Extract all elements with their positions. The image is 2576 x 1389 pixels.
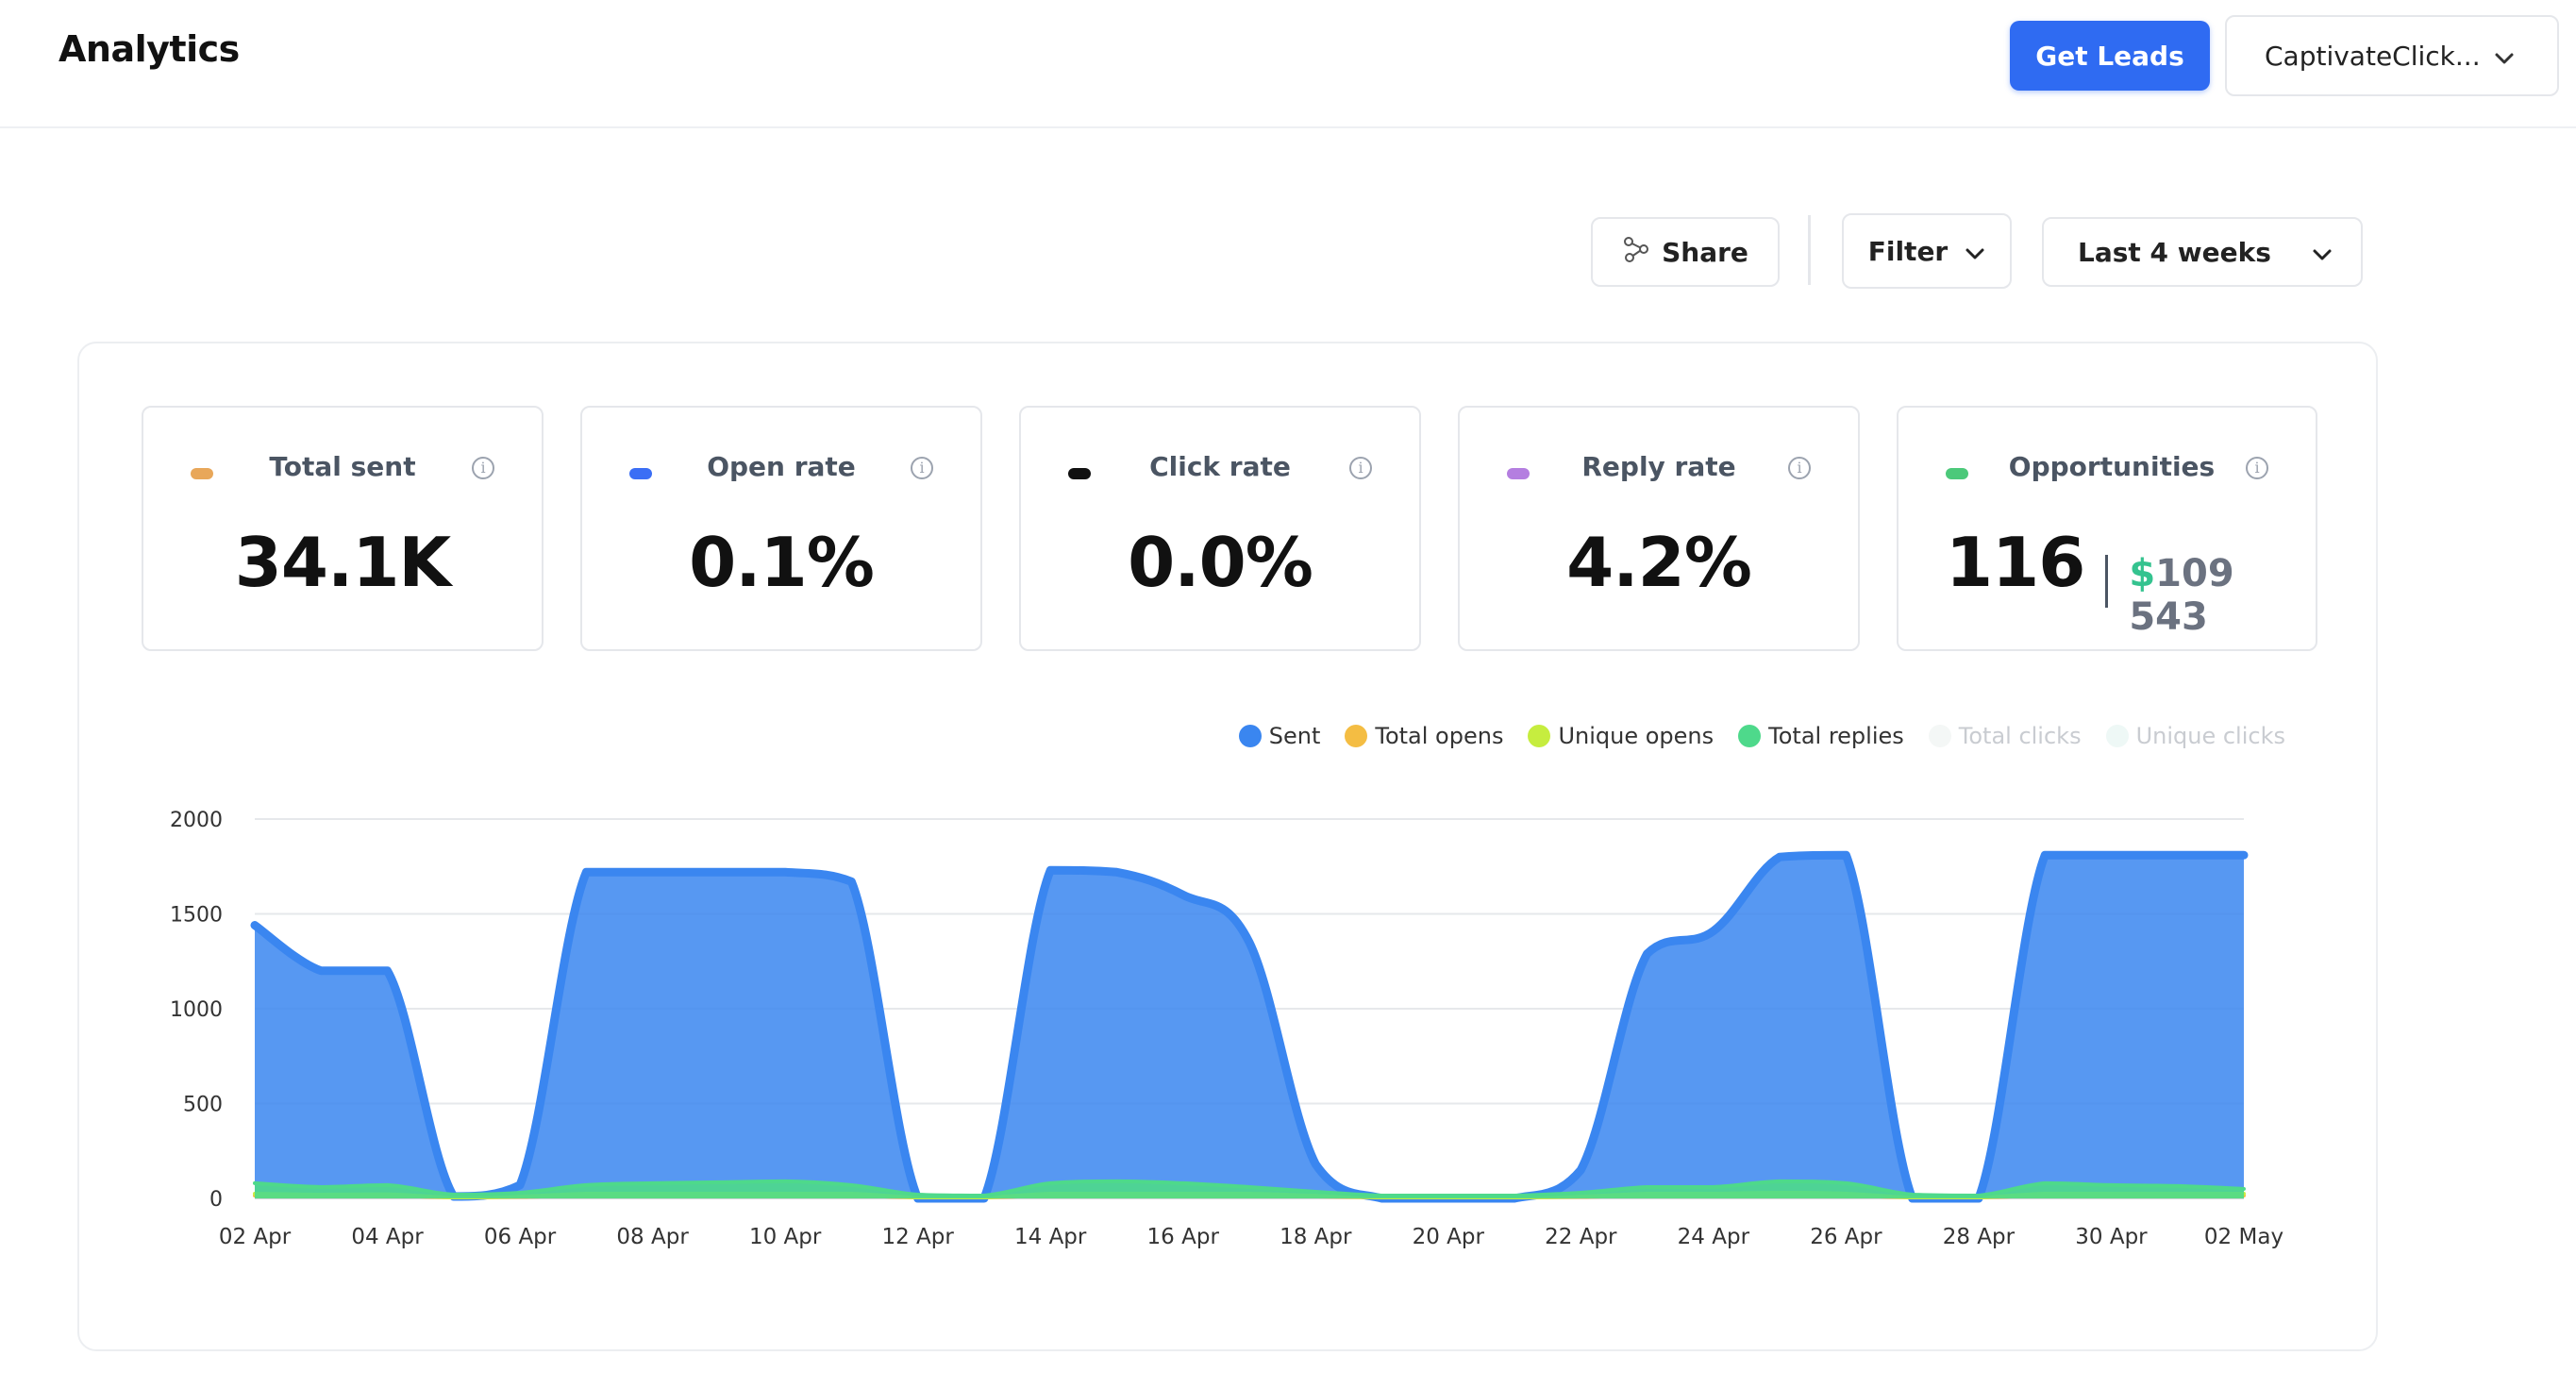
share-button[interactable]: Share [1591,217,1780,287]
x-tick-label: 18 Apr [1280,1225,1352,1249]
filter-dropdown[interactable]: Filter [1842,213,2012,289]
date-range-dropdown[interactable]: Last 4 weeks [2042,217,2363,287]
top-bar: Analytics Get Leads CaptivateClick... [0,0,2576,128]
chevron-down-icon [2312,237,2333,268]
get-leads-button[interactable]: Get Leads [2010,21,2210,91]
page-title: Analytics [59,28,240,70]
filter-label: Filter [1867,235,1949,267]
x-tick-label: 16 Apr [1147,1225,1220,1249]
workspace-dropdown[interactable]: CaptivateClick... [2225,15,2559,96]
chevron-down-icon [1965,236,1985,267]
x-tick-label: 04 Apr [351,1225,424,1249]
chevron-down-icon [2494,41,2515,72]
x-tick-label: 30 Apr [2075,1225,2148,1249]
x-tick-label: 20 Apr [1413,1225,1485,1249]
share-label: Share [1662,236,1748,268]
y-tick-label: 500 [183,1094,223,1117]
x-tick-label: 02 Apr [219,1225,292,1249]
y-tick-label: 1500 [170,904,223,928]
y-tick-label: 2000 [170,809,223,832]
workspace-label: CaptivateClick... [2265,40,2481,72]
sent-area-chart: 2000 1500 1000 500 0 02 Apr 04 Apr 06 Apr 08 Apr… [170,809,2283,1249]
toolbar-divider [1808,215,1811,285]
x-tick-label: 22 Apr [1545,1225,1617,1249]
x-tick-label: 02 May [2204,1225,2283,1249]
analytics-card: Total sent i 34.1K Open rate i 0.1% Clic… [77,342,2378,1351]
x-tick-label: 26 Apr [1810,1225,1882,1249]
x-tick-label: 24 Apr [1678,1225,1750,1249]
date-range-label: Last 4 weeks [2078,236,2271,268]
y-tick-label: 0 [209,1188,223,1212]
y-tick-label: 1000 [170,998,223,1022]
x-tick-label: 10 Apr [749,1225,822,1249]
x-tick-label: 12 Apr [881,1225,954,1249]
x-tick-label: 08 Apr [616,1225,689,1249]
x-tick-label: 14 Apr [1014,1225,1087,1249]
share-icon [1622,235,1650,270]
x-tick-label: 06 Apr [484,1225,557,1249]
x-tick-label: 28 Apr [1943,1225,2016,1249]
